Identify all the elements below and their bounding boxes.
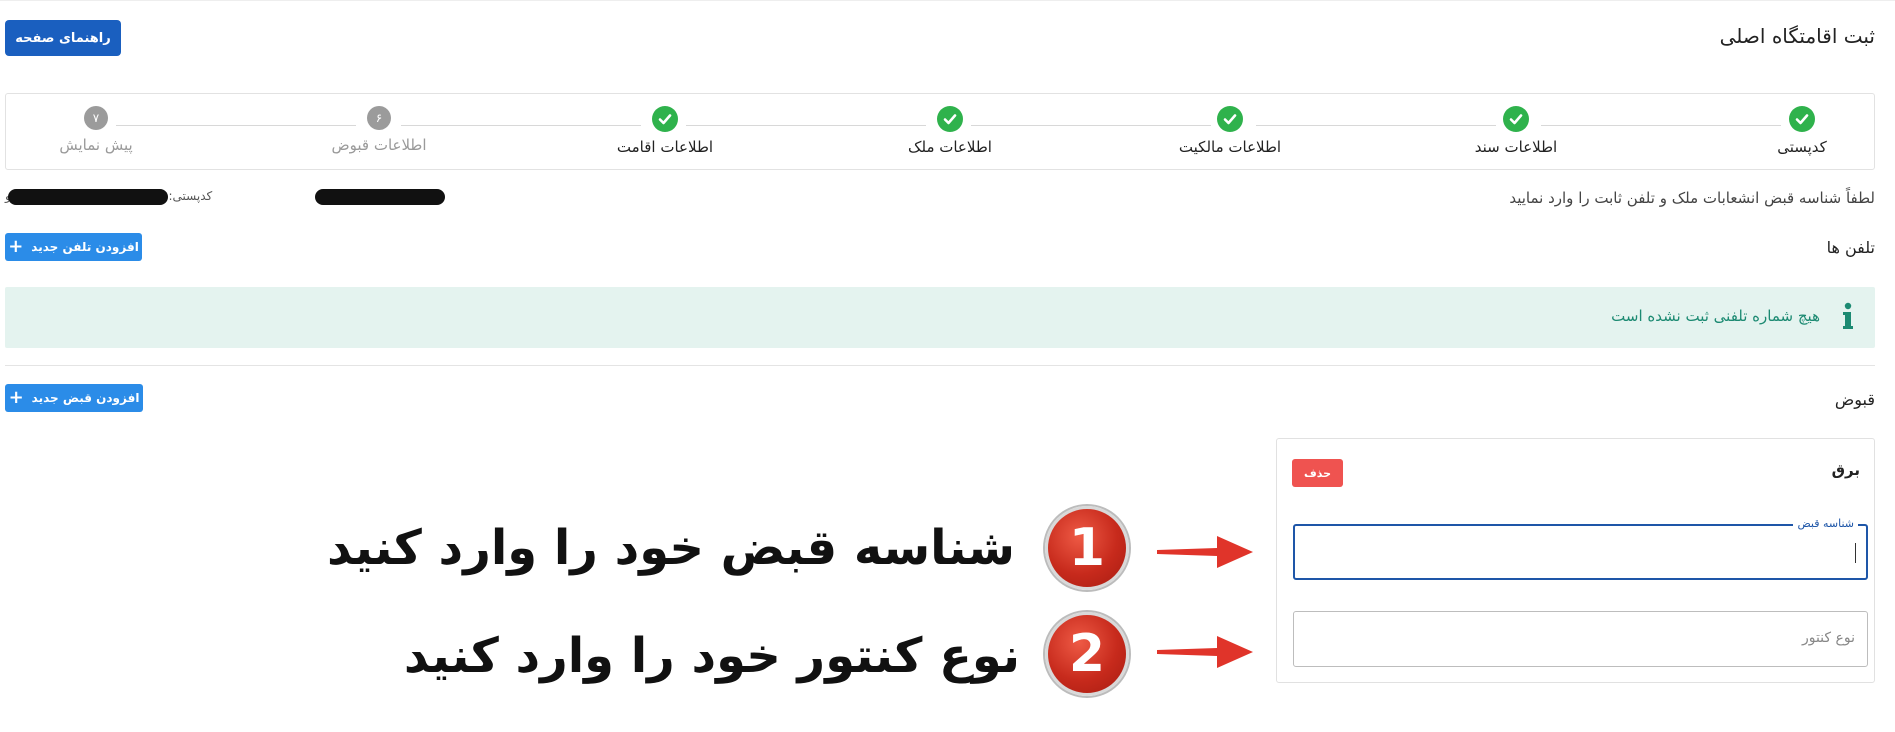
check-icon [937, 106, 963, 132]
step-deed-info[interactable]: اطلاعات سند [1416, 106, 1616, 156]
step-label: پیش نمایش [59, 136, 133, 154]
add-phone-button[interactable]: افزودن تلفن جدید + [5, 233, 142, 261]
annotation-badge-1: 1 [1045, 506, 1129, 590]
check-icon [1789, 106, 1815, 132]
bill-card-electricity: برق حذف شناسه قبض نوع کنتور [1276, 438, 1875, 683]
step-label: اطلاعات اقامت [616, 138, 714, 156]
plus-icon: + [8, 387, 24, 408]
page-title: ثبت اقامتگاه اصلی [1719, 24, 1875, 48]
text-cursor [1855, 543, 1856, 563]
delete-bill-button[interactable]: حذف [1292, 459, 1343, 487]
instruction-text: لطفاً شناسه قبض انشعابات ملک و تلفن ثابت… [1509, 189, 1875, 207]
step-label: اطلاعات ملک [908, 138, 992, 156]
check-icon [1503, 106, 1529, 132]
step-label: اطلاعات سند [1474, 138, 1558, 156]
step-property-info[interactable]: اطلاعات ملک [850, 106, 1050, 156]
annotation-step1-text: شناسه قبض خود را وارد کنید [327, 520, 1015, 576]
check-icon [652, 106, 678, 132]
step-label: اطلاعات قبوض [331, 136, 427, 154]
step-number: ۷ [84, 106, 108, 130]
step-number: ۶ [367, 106, 391, 130]
bill-id-input[interactable]: شناسه قبض [1293, 517, 1868, 580]
bills-section-title: قبوض [1834, 390, 1875, 409]
bill-id-label: شناسه قبض [1793, 517, 1858, 530]
plus-icon: + [8, 236, 24, 257]
bill-card-title: برق [1831, 461, 1860, 479]
step-preview[interactable]: ۷ پیش نمایش [0, 106, 196, 154]
phones-section-title: تلفن ها [1826, 238, 1875, 257]
step-bills-info[interactable]: ۶ اطلاعات قبوض [279, 106, 479, 154]
annotation-step2-text: نوع کنتور خود را وارد کنید [403, 628, 1020, 684]
step-postal-code[interactable]: کدپستی [1702, 106, 1895, 156]
add-bill-label: افزودن قبض جدید [31, 391, 140, 405]
redaction-mark [315, 189, 445, 205]
check-icon [1217, 106, 1243, 132]
section-divider [5, 365, 1875, 366]
step-residence-info[interactable]: اطلاعات اقامت [565, 106, 765, 156]
annotation-arrow-1 [1157, 536, 1253, 568]
progress-stepper: کدپستی اطلاعات سند اطلاعات مالکیت اطلاعا… [5, 93, 1875, 170]
top-border [0, 0, 1895, 1]
add-phone-label: افزودن تلفن جدید [31, 240, 139, 254]
step-ownership-info[interactable]: اطلاعات مالکیت [1130, 106, 1330, 156]
annotation-badge-2: 2 [1045, 612, 1129, 696]
add-bill-button[interactable]: افزودن قبض جدید + [5, 384, 143, 412]
step-label: کدپستی [1777, 138, 1827, 156]
meter-type-input[interactable]: نوع کنتور [1293, 611, 1868, 667]
info-icon [1843, 302, 1853, 329]
page-help-button[interactable]: راهنمای صفحه [5, 20, 121, 56]
meter-type-placeholder: نوع کنتور [1801, 630, 1855, 646]
phones-empty-alert: هیچ شماره تلفنی ثبت نشده است [5, 287, 1875, 348]
step-label: اطلاعات مالکیت [1178, 138, 1282, 156]
phones-empty-message: هیچ شماره تلفنی ثبت نشده است [1611, 307, 1820, 325]
annotation-arrow-2 [1157, 636, 1253, 668]
redaction-mark [8, 189, 168, 205]
